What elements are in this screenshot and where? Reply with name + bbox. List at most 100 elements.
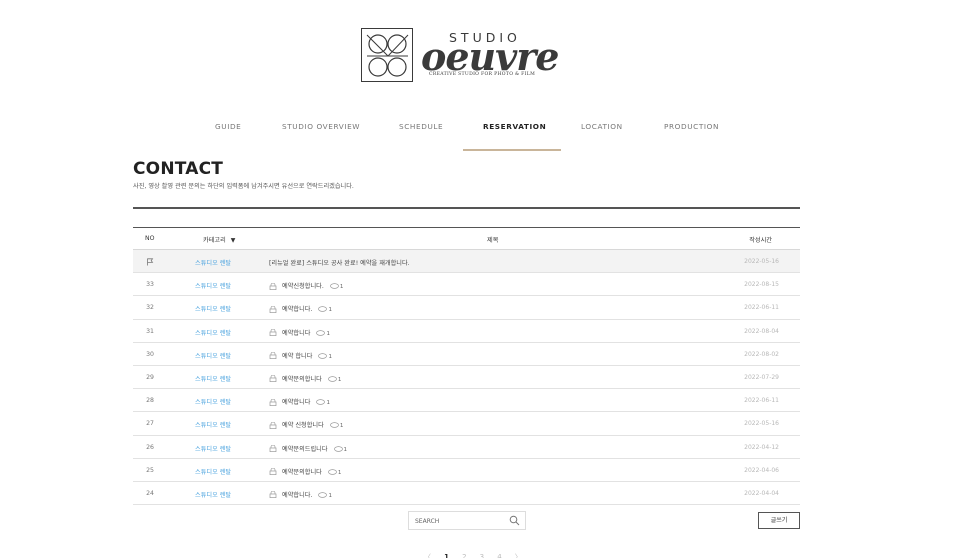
- row-title-cell[interactable]: 예약합니다. 1: [269, 490, 332, 499]
- logo-emblem-icon: [361, 28, 413, 82]
- row-number: 32: [146, 304, 154, 312]
- row-category[interactable]: 스튜디오 렌탈: [195, 281, 231, 290]
- comment-count: 1: [343, 446, 348, 453]
- row-title-cell[interactable]: 예약 신청합니다 1: [269, 420, 343, 429]
- lock-icon: [269, 329, 277, 337]
- lock-icon: [269, 375, 277, 383]
- row-category[interactable]: 스튜디오 렌탈: [195, 444, 231, 453]
- row-category[interactable]: 스튜디오 렌탈: [195, 351, 231, 360]
- header-category[interactable]: 카테고리 ▼: [203, 235, 235, 244]
- studio-logo[interactable]: STUDIO oeuvre CREATIVE STUDIO FOR PHOTO …: [361, 28, 559, 82]
- row-title[interactable]: 예약 합니다: [282, 353, 312, 360]
- row-category[interactable]: 스튜디오 렌탈: [195, 420, 231, 429]
- row-title[interactable]: 예약 신청합니다: [282, 422, 324, 429]
- search-box: [408, 511, 526, 530]
- table-row[interactable]: 29 스튜디오 렌탈 예약문의합니다 1 2022-07-29: [133, 366, 800, 390]
- lock-icon: [269, 352, 277, 360]
- row-title[interactable]: 예약합니다: [282, 330, 310, 337]
- table-header: NO 카테고리 ▼ 제목 작성시간: [133, 227, 800, 250]
- write-button[interactable]: 글쓰기: [758, 512, 800, 529]
- table-row[interactable]: 27 스튜디오 렌탈 예약 신청합니다 1 2022-05-16: [133, 412, 800, 436]
- pagination: 〈 1 2 3 4 〉: [424, 544, 530, 558]
- board-table: NO 카테고리 ▼ 제목 작성시간 스튜디오 렌탈 [리뉴얼 완료] 스튜디오 …: [133, 227, 800, 506]
- notice-flag-icon: [133, 258, 167, 266]
- search-input[interactable]: [415, 515, 505, 527]
- lock-icon: [269, 445, 277, 452]
- row-category[interactable]: 스튜디오 렌탈: [195, 374, 231, 383]
- row-category[interactable]: 스튜디오 렌탈: [195, 467, 231, 476]
- lock-icon: [269, 421, 277, 429]
- table-row[interactable]: 26 스튜디오 렌탈 예약문의드립니다 1 2022-04-12: [133, 436, 800, 459]
- comment-count: 1: [328, 492, 332, 499]
- comment-icon: [318, 492, 328, 498]
- row-number: 26: [146, 443, 154, 451]
- lock-icon: [269, 468, 277, 476]
- row-title-cell[interactable]: 예약 합니다 1: [269, 351, 332, 360]
- comment-icon: [318, 306, 328, 313]
- row-title[interactable]: 예약신청합니다.: [282, 283, 324, 290]
- row-category[interactable]: 스튜디오 렌탈: [195, 490, 231, 499]
- row-title-cell[interactable]: 예약합니다. 1: [269, 304, 332, 313]
- nav-item-production[interactable]: PRODUCTION: [664, 122, 719, 131]
- row-title[interactable]: 예약합니다.: [282, 492, 312, 499]
- main-navigation: GUIDE STUDIO OVERVIEW SCHEDULE RESERVATI…: [0, 122, 966, 152]
- page-link-2[interactable]: 2: [462, 553, 466, 558]
- lock-icon: [269, 398, 277, 406]
- row-title[interactable]: 예약합니다: [282, 399, 310, 406]
- row-category[interactable]: 스튜디오 렌탈: [195, 304, 231, 313]
- row-date: 2022-08-15: [744, 281, 779, 289]
- row-title[interactable]: 예약합니다.: [282, 306, 312, 313]
- comment-icon: [329, 283, 339, 289]
- table-row[interactable]: 25 스튜디오 렌탈 예약문의합니다 1 2022-04-06: [133, 459, 800, 482]
- header-category-label: 카테고리: [203, 237, 226, 244]
- nav-item-location[interactable]: LOCATION: [581, 122, 623, 131]
- comment-icon: [316, 399, 326, 405]
- row-title-cell[interactable]: 예약문의드립니다 1: [269, 444, 347, 453]
- page-title: CONTACT: [133, 159, 224, 179]
- search-icon[interactable]: [509, 515, 520, 526]
- next-page-button[interactable]: 〉: [515, 552, 522, 558]
- comment-icon: [316, 329, 326, 336]
- row-number: 29: [146, 373, 154, 381]
- table-row[interactable]: 32 스튜디오 렌탈 예약합니다. 1 2022-06-11: [133, 296, 800, 320]
- comment-count: 1: [337, 376, 342, 383]
- nav-active-underline: [463, 149, 561, 151]
- nav-item-guide[interactable]: GUIDE: [215, 122, 241, 131]
- row-title-cell[interactable]: 예약합니다 1: [269, 397, 330, 406]
- row-title-cell[interactable]: 예약신청합니다. 1: [269, 281, 343, 290]
- row-date: 2022-08-04: [744, 327, 779, 335]
- table-row[interactable]: 28 스튜디오 렌탈 예약합니다 1 2022-06-11: [133, 389, 800, 413]
- row-title[interactable]: [리뉴얼 완료] 스튜디오 공사 완료! 예약을 재개합니다.: [269, 258, 410, 267]
- nav-item-studio-overview[interactable]: STUDIO OVERVIEW: [282, 122, 360, 131]
- comment-icon: [318, 352, 328, 359]
- row-category[interactable]: 스튜디오 렌탈: [195, 258, 231, 267]
- page-link-4[interactable]: 4: [497, 553, 501, 558]
- table-row[interactable]: 33 스튜디오 렌탈 예약신청합니다. 1 2022-08-15: [133, 273, 800, 297]
- notice-row[interactable]: 스튜디오 렌탈 [리뉴얼 완료] 스튜디오 공사 완료! 예약을 재개합니다. …: [133, 250, 800, 274]
- page-link-3[interactable]: 3: [480, 553, 484, 558]
- comment-icon: [328, 376, 337, 382]
- row-title-cell[interactable]: 예약문의합니다 1: [269, 467, 341, 476]
- row-title[interactable]: 예약문의합니다: [282, 469, 322, 476]
- row-title-cell[interactable]: 예약문의합니다 1: [269, 374, 341, 383]
- nav-item-reservation[interactable]: RESERVATION: [483, 122, 546, 131]
- comment-count: 1: [326, 400, 331, 407]
- lock-icon: [269, 305, 277, 313]
- row-title-cell[interactable]: 예약합니다 1: [269, 328, 330, 337]
- page-link-1[interactable]: 1: [444, 553, 449, 558]
- table-row[interactable]: 30 스튜디오 렌탈 예약 합니다 1 2022-08-02: [133, 343, 800, 366]
- comment-count: 1: [328, 353, 332, 360]
- row-date: 2022-04-12: [744, 443, 779, 451]
- page-subtitle: 사진, 영상 촬영 관련 문의는 하단의 입력폼에 남겨주시면 유선으로 연락드…: [133, 183, 354, 190]
- nav-item-schedule[interactable]: SCHEDULE: [399, 122, 443, 131]
- row-title[interactable]: 예약문의드립니다: [282, 446, 328, 453]
- row-date: 2022-07-29: [744, 373, 779, 381]
- table-row[interactable]: 24 스튜디오 렌탈 예약합니다. 1 2022-04-04: [133, 482, 800, 506]
- comment-count: 1: [326, 330, 331, 337]
- row-number: 25: [146, 466, 154, 474]
- row-title[interactable]: 예약문의합니다: [282, 376, 322, 383]
- prev-page-button[interactable]: 〈: [424, 552, 431, 558]
- row-category[interactable]: 스튜디오 렌탈: [195, 328, 231, 337]
- row-category[interactable]: 스튜디오 렌탈: [195, 397, 231, 406]
- table-row[interactable]: 31 스튜디오 렌탈 예약합니다 1 2022-08-04: [133, 320, 800, 343]
